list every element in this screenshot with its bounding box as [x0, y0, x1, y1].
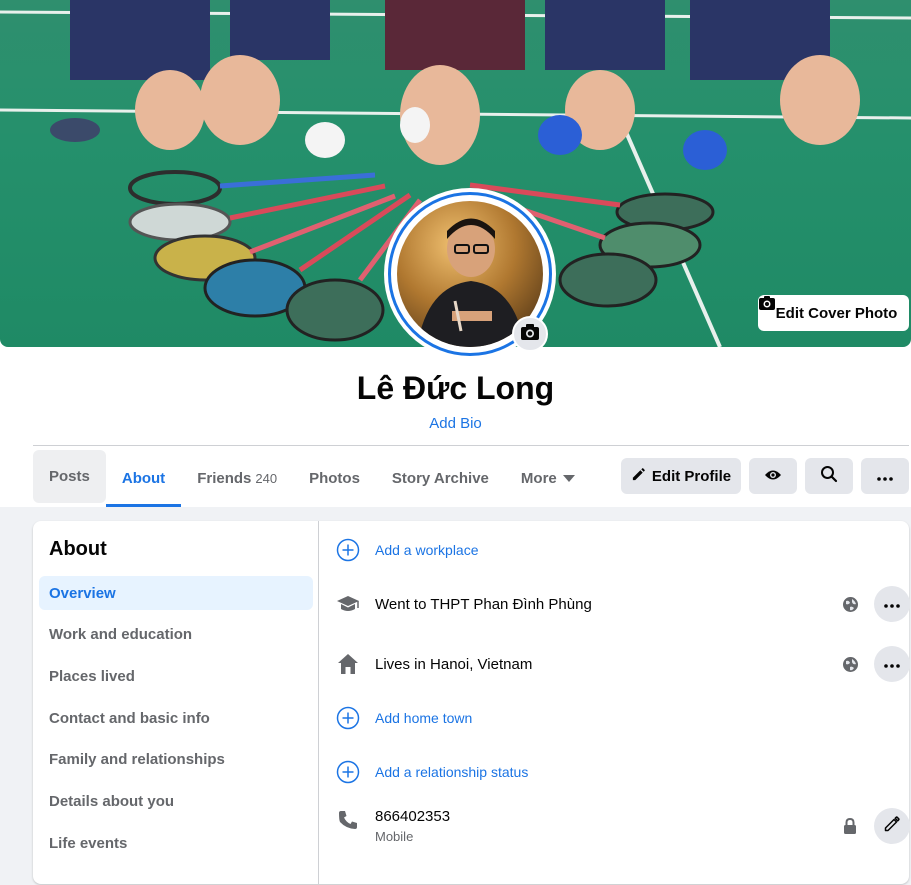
add-hometown-link[interactable]: Add home town: [375, 710, 472, 726]
search-icon: [820, 465, 838, 487]
search-profile-button[interactable]: [805, 458, 853, 494]
profile-tabs: Posts About Friends 240 Photos Story Arch…: [33, 449, 591, 507]
plus-circle-icon: [336, 706, 360, 730]
tab-label: Posts: [49, 468, 90, 485]
edit-profile-button[interactable]: Edit Profile: [621, 458, 741, 494]
sidebar-item-work-education[interactable]: Work and education: [39, 617, 313, 651]
about-sidebar: About Overview Work and education Places…: [33, 521, 319, 884]
sidebar-item-family-relationships[interactable]: Family and relationships: [39, 742, 313, 776]
lock-icon[interactable]: [841, 817, 859, 835]
lives-in-text: Lives in Hanoi, Vietnam: [375, 655, 533, 673]
add-relationship-row[interactable]: Add a relationship status: [336, 760, 896, 784]
caret-down-icon: [562, 474, 575, 482]
phone-row: 866402353 Mobile: [336, 808, 896, 844]
ellipsis-icon: [884, 595, 900, 613]
pencil-icon: [631, 467, 646, 486]
ellipsis-icon: [884, 655, 900, 673]
sidebar-item-life-events[interactable]: Life events: [39, 826, 313, 860]
tab-photos[interactable]: Photos: [293, 449, 376, 507]
more-options-button[interactable]: [861, 458, 909, 494]
tab-label: Photos: [309, 469, 360, 487]
edit-phone-button[interactable]: [874, 808, 910, 844]
edit-cover-photo-label: Edit Cover Photo: [775, 304, 898, 322]
globe-icon[interactable]: [841, 655, 859, 673]
view-as-button[interactable]: [749, 458, 797, 494]
add-workplace-link[interactable]: Add a workplace: [375, 542, 479, 558]
header-divider: [33, 445, 909, 446]
sidebar-item-places-lived[interactable]: Places lived: [39, 659, 313, 693]
plus-circle-icon: [336, 538, 360, 562]
add-relationship-link[interactable]: Add a relationship status: [375, 764, 528, 780]
education-text: Went to THPT Phan Đình Phùng: [375, 595, 592, 613]
tab-label: Friends: [197, 469, 252, 487]
about-card: About Overview Work and education Places…: [33, 521, 910, 884]
add-hometown-row[interactable]: Add home town: [336, 706, 896, 730]
lives-in-row: Lives in Hanoi, Vietnam: [336, 652, 896, 676]
education-row: Went to THPT Phan Đình Phùng: [336, 592, 896, 616]
phone-number: 866402353: [375, 808, 451, 825]
profile-name: Lê Đức Long: [356, 370, 555, 406]
ellipsis-icon: [877, 468, 893, 485]
sidebar-item-contact-info[interactable]: Contact and basic info: [39, 701, 313, 735]
graduation-cap-icon: [336, 592, 360, 616]
tab-more[interactable]: More: [505, 449, 591, 507]
pencil-icon: [883, 815, 901, 838]
camera-icon: [520, 323, 540, 346]
sidebar-item-details-about-you[interactable]: Details about you: [39, 784, 313, 818]
tab-label: Story Archive: [391, 469, 489, 487]
education-options-button[interactable]: [874, 586, 910, 622]
tab-about[interactable]: About: [105, 449, 182, 507]
friends-count: 240: [255, 470, 278, 486]
eye-icon: [764, 468, 782, 485]
add-workplace-row[interactable]: Add a workplace: [336, 538, 896, 562]
tab-label: About: [121, 469, 166, 487]
globe-icon[interactable]: [841, 595, 859, 613]
phone-type: Mobile: [375, 829, 414, 844]
lives-in-options-button[interactable]: [874, 646, 910, 682]
tab-friends[interactable]: Friends 240: [181, 449, 293, 507]
tab-label: More: [520, 469, 557, 487]
update-profile-picture-button[interactable]: [512, 316, 548, 352]
plus-circle-icon: [336, 760, 360, 784]
tab-posts[interactable]: Posts: [33, 450, 106, 503]
tab-story-archive[interactable]: Story Archive: [376, 449, 505, 507]
about-content: Add a workplace Went to THPT Phan Đình P…: [320, 521, 910, 884]
add-bio-link[interactable]: Add Bio: [0, 415, 911, 432]
about-title: About: [49, 538, 107, 560]
edit-cover-photo-button[interactable]: Edit Cover Photo: [758, 295, 909, 331]
sidebar-item-overview[interactable]: Overview: [39, 576, 313, 610]
phone-icon: [336, 808, 360, 832]
edit-profile-label: Edit Profile: [651, 467, 732, 485]
home-icon: [336, 652, 360, 676]
